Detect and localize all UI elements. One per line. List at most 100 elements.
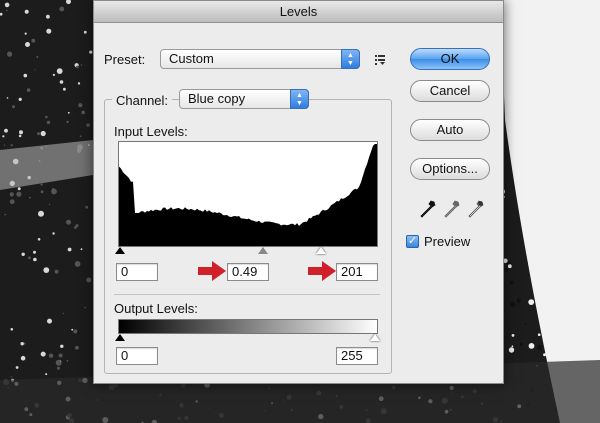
grunge-speckle: [45, 115, 48, 119]
grunge-speckle: [28, 256, 31, 260]
input-white-field[interactable]: 201: [336, 263, 378, 281]
grunge-speckle: [24, 9, 29, 14]
grunge-speckle: [56, 68, 63, 74]
grunge-speckle: [85, 205, 89, 209]
grunge-speckle: [38, 210, 44, 217]
gray-eyedropper-icon[interactable]: [444, 200, 460, 218]
window-title: Levels: [94, 1, 503, 23]
grunge-speckle: [26, 88, 31, 92]
input-levels-label: Input Levels:: [114, 124, 188, 139]
grunge-speckle: [2, 135, 5, 138]
grunge-speckle: [75, 65, 79, 69]
grunge-speckle: [10, 144, 13, 147]
grunge-speckle: [511, 334, 515, 337]
grunge-speckle: [46, 120, 51, 125]
preset-label: Preset:: [104, 52, 146, 67]
grunge-speckle: [33, 257, 37, 262]
grunge-speckle: [19, 130, 23, 135]
grunge-speckle: [507, 264, 512, 269]
grunge-speckle: [80, 64, 83, 66]
grunge-speckle: [17, 187, 21, 191]
input-white-slider[interactable]: [316, 247, 326, 254]
grunge-speckle: [78, 103, 83, 108]
grunge-speckle: [528, 343, 535, 349]
output-black-slider[interactable]: [115, 334, 125, 341]
ok-button[interactable]: OK: [410, 48, 490, 70]
histogram-graph: [119, 144, 377, 246]
preset-dropdown[interactable]: Custom ▲ ▼: [160, 49, 360, 69]
grunge-speckle: [23, 73, 28, 78]
output-white-slider[interactable]: [370, 334, 380, 341]
output-levels-label: Output Levels:: [114, 301, 198, 316]
grunge-speckle: [20, 342, 24, 346]
grunge-speckle: [75, 224, 79, 228]
grunge-speckle: [62, 312, 64, 315]
grunge-speckle: [86, 123, 90, 127]
levels-dialog: Levels Preset: Custom ▲ ▼ Channel: Blue c…: [93, 0, 504, 384]
grunge-speckle: [21, 252, 25, 256]
channel-dropdown[interactable]: Blue copy ▲ ▼: [179, 89, 309, 109]
grunge-speckle: [80, 248, 83, 251]
auto-button[interactable]: Auto: [410, 119, 490, 141]
grunge-speckle: [81, 110, 85, 115]
grunge-speckle: [48, 203, 51, 205]
channel-label: Channel:: [112, 93, 173, 108]
grunge-speckle: [40, 351, 46, 357]
preset-value: Custom: [169, 51, 214, 66]
grunge-speckle: [524, 323, 527, 325]
grunge-speckle: [59, 360, 61, 362]
grunge-speckle: [536, 344, 543, 351]
grunge-speckle: [34, 69, 36, 71]
grunge-speckle: [40, 190, 44, 194]
input-black-slider[interactable]: [115, 247, 125, 254]
white-eyedropper-icon[interactable]: [468, 200, 484, 218]
grunge-speckle: [54, 269, 59, 274]
preview-checkbox[interactable]: ✓: [406, 235, 419, 248]
grunge-speckle: [56, 366, 60, 370]
grunge-speckle: [52, 73, 56, 76]
grunge-speckle: [48, 353, 54, 358]
input-gamma-field[interactable]: 0.49: [227, 263, 269, 281]
grunge-speckle: [59, 6, 65, 12]
channel-value: Blue copy: [188, 91, 246, 106]
grunge-speckle: [52, 232, 55, 235]
input-black-field[interactable]: 0: [116, 263, 158, 281]
grunge-speckle: [77, 82, 81, 85]
options-button[interactable]: Options...: [410, 158, 490, 180]
grunge-speckle: [36, 56, 39, 58]
cancel-button[interactable]: Cancel: [410, 80, 490, 102]
grunge-speckle: [25, 42, 30, 47]
grunge-speckle: [67, 111, 70, 114]
grunge-speckle: [4, 128, 8, 133]
grunge-speckle: [40, 130, 46, 137]
output-black-field[interactable]: 0: [116, 347, 158, 365]
dropdown-arrows-icon: ▲ ▼: [290, 89, 309, 109]
grunge-speckle: [508, 347, 515, 353]
grunge-speckle: [18, 134, 22, 138]
preset-options-icon[interactable]: [375, 55, 387, 65]
red-arrow-icon: [198, 261, 226, 281]
output-white-field[interactable]: 255: [336, 347, 378, 365]
output-gradient: [118, 319, 378, 334]
grunge-speckle: [79, 135, 82, 137]
black-eyedropper-icon[interactable]: [420, 200, 436, 218]
preview-label: Preview: [424, 234, 471, 249]
grunge-speckle: [46, 14, 50, 19]
grunge-speckle: [60, 344, 64, 348]
grunge-speckle: [37, 132, 40, 136]
grunge-speckle: [46, 28, 52, 34]
grunge-speckle: [40, 183, 43, 186]
grunge-speckle: [66, 120, 69, 124]
grunge-speckle: [31, 38, 36, 43]
grunge-speckle: [66, 219, 71, 225]
grunge-speckle: [86, 277, 92, 283]
grunge-speckle: [23, 342, 26, 345]
grunge-speckle: [6, 97, 9, 99]
grunge-speckle: [6, 9, 8, 12]
grunge-speckle: [67, 247, 72, 252]
grunge-speckle: [519, 342, 523, 346]
input-gamma-slider[interactable]: [258, 247, 268, 254]
grunge-speckle: [47, 318, 52, 324]
grunge-speckle: [63, 87, 66, 91]
grunge-speckle: [15, 366, 19, 369]
